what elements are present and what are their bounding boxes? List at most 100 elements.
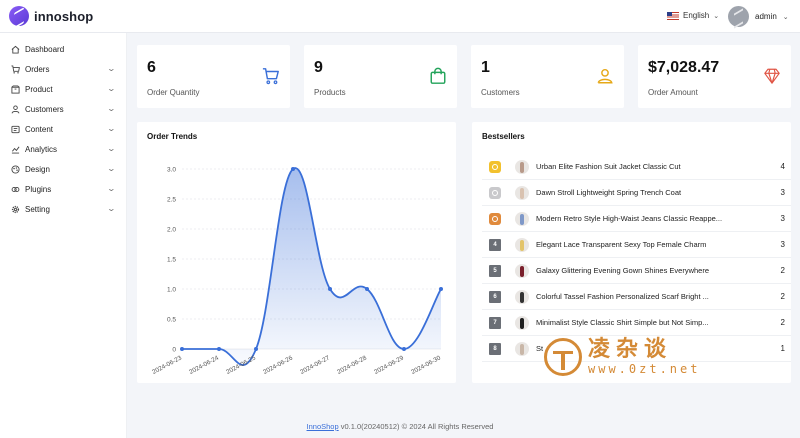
sold-quantity: 1: [780, 344, 785, 353]
stat-card-order-amount[interactable]: $7,028.47 Order Amount: [638, 45, 791, 108]
stat-value: 6: [147, 59, 156, 76]
chevron-down-icon: ⌄: [713, 12, 720, 20]
sold-quantity: 2: [780, 266, 785, 275]
innoshop-logo-icon: [9, 6, 29, 26]
sidebar: Dashboard Orders ⌄ Product ⌄ Customers ⌄ Conten…: [0, 33, 127, 438]
y-tick-label: 3.0: [167, 167, 176, 174]
sidebar-item-label: Orders: [25, 64, 50, 74]
stat-label: Order Amount: [648, 88, 698, 97]
product-thumbnail: [515, 159, 529, 174]
data-point: [439, 287, 443, 291]
y-tick-label: 2.0: [167, 227, 176, 234]
rank-badge: 5: [489, 264, 501, 277]
data-point: [291, 167, 295, 171]
list-item[interactable]: Dawn Stroll Lightweight Spring Trench Co…: [482, 180, 791, 206]
chevron-down-icon: ⌄: [106, 184, 117, 193]
x-tick-label: 2024-06-28: [336, 354, 368, 376]
sidebar-item-dashboard[interactable]: Dashboard: [0, 39, 127, 59]
x-tick-label: 2024-06-30: [410, 354, 442, 376]
box-icon: [11, 84, 20, 94]
sidebar-item-plugins[interactable]: Plugins ⌄: [0, 179, 127, 199]
footer-text: v0.1.0(20240512) © 2024 All Rights Reser…: [338, 422, 494, 431]
chevron-down-icon: ⌄: [106, 204, 117, 213]
watermark: 凌杂谈 www.0zt.net: [544, 331, 724, 383]
list-item[interactable]: Modern Retro Style High-Waist Jeans Clas…: [482, 206, 791, 232]
app-logo[interactable]: innoshop: [9, 6, 93, 26]
x-tick-label: 2024-06-26: [262, 354, 294, 376]
data-point: [254, 347, 258, 351]
document-icon: [11, 125, 20, 134]
stat-card-products[interactable]: 9 Products: [304, 45, 457, 108]
innoshop-link[interactable]: InnoShop: [307, 422, 339, 431]
order-trends-panel: Order Trends 0 0.5 1.0 1.5 2.0 2.5 3.0 2024-06-…: [137, 122, 456, 383]
sidebar-item-label: Dashboard: [25, 44, 65, 54]
rank-badge: 8: [489, 342, 501, 355]
sidebar-item-orders[interactable]: Orders ⌄: [0, 59, 127, 79]
chevron-down-icon: ⌄: [106, 104, 117, 113]
user-menu[interactable]: admin ⌄: [728, 6, 789, 27]
watermark-logo-icon: [544, 338, 582, 376]
stat-card-customers[interactable]: 1 Customers: [471, 45, 624, 108]
product-name[interactable]: Elegant Lace Transparent Sexy Top Female…: [536, 240, 771, 249]
cart-icon: [11, 64, 20, 74]
sidebar-item-customers[interactable]: Customers ⌄: [0, 99, 127, 119]
list-item[interactable]: Urban Elite Fashion Suit Jacket Classic …: [482, 154, 791, 180]
user-icon: [11, 104, 20, 114]
list-item[interactable]: 6 Colorful Tassel Fashion Personalized Sc…: [482, 284, 791, 310]
chevron-down-icon: ⌄: [106, 84, 117, 93]
product-name[interactable]: Colorful Tassel Fashion Personalized Sca…: [536, 292, 771, 301]
product-name[interactable]: Urban Elite Fashion Suit Jacket Classic …: [536, 162, 771, 171]
sidebar-item-design[interactable]: Design ⌄: [0, 159, 127, 179]
us-flag-icon: [667, 11, 679, 20]
bag-icon: [429, 67, 447, 85]
stat-label: Customers: [481, 88, 520, 97]
sidebar-item-label: Plugins: [25, 184, 52, 194]
sold-quantity: 4: [780, 162, 785, 171]
rank-badge: 4: [489, 238, 501, 251]
product-name[interactable]: Galaxy Glittering Evening Gown Shines Ev…: [536, 266, 771, 275]
product-name[interactable]: Minimalist Style Classic Shirt Simple bu…: [536, 318, 771, 327]
x-tick-label: 2024-06-27: [299, 354, 331, 376]
data-point: [217, 347, 221, 351]
sidebar-item-label: Content: [25, 124, 54, 134]
y-tick-label: 1.5: [167, 257, 176, 264]
data-point: [180, 347, 184, 351]
language-selector[interactable]: English ⌄: [667, 11, 719, 20]
gear-icon: [11, 205, 20, 214]
sidebar-item-product[interactable]: Product ⌄: [0, 79, 127, 99]
product-name[interactable]: Dawn Stroll Lightweight Spring Trench Co…: [536, 188, 771, 197]
plugin-icon: [11, 185, 20, 194]
y-tick-label: 0.5: [167, 317, 176, 324]
data-point: [402, 347, 406, 351]
sold-quantity: 2: [780, 292, 785, 301]
sidebar-item-setting[interactable]: Setting ⌄: [0, 199, 127, 219]
app-name: innoshop: [34, 8, 94, 24]
diamond-icon: [763, 67, 781, 85]
product-thumbnail: [515, 289, 529, 304]
silver-medal-icon: [489, 186, 501, 199]
palette-icon: [11, 164, 20, 174]
top-header: innoshop English ⌄ admin ⌄: [0, 0, 800, 33]
chevron-down-icon: ⌄: [106, 144, 117, 153]
product-thumbnail: [515, 237, 529, 252]
sidebar-item-label: Customers: [25, 104, 64, 114]
chevron-down-icon: ⌄: [782, 13, 789, 21]
list-item[interactable]: 4 Elegant Lace Transparent Sexy Top Femal…: [482, 232, 791, 258]
sidebar-item-analytics[interactable]: Analytics ⌄: [0, 139, 127, 159]
x-tick-label: 2024-06-23: [151, 354, 183, 376]
product-thumbnail: [515, 341, 529, 356]
stat-card-order-quantity[interactable]: 6 Order Quantity: [137, 45, 290, 108]
data-point: [328, 287, 332, 291]
product-thumbnail: [515, 211, 529, 226]
list-item[interactable]: 5 Galaxy Glittering Evening Gown Shines E…: [482, 258, 791, 284]
product-name[interactable]: Modern Retro Style High-Waist Jeans Clas…: [536, 214, 771, 223]
chevron-down-icon: ⌄: [106, 124, 117, 133]
sidebar-item-content[interactable]: Content ⌄: [0, 119, 127, 139]
order-trends-chart: 0 0.5 1.0 1.5 2.0 2.5 3.0 2024-06-23 2024-06-24 2…: [151, 167, 443, 376]
product-thumbnail: [515, 315, 529, 330]
x-tick-label: 2024-06-29: [373, 354, 405, 376]
x-tick-label: 2024-06-24: [188, 354, 220, 376]
chevron-down-icon: ⌄: [106, 164, 117, 173]
chevron-down-icon: ⌄: [106, 64, 117, 73]
rank-badge: 6: [489, 290, 501, 303]
